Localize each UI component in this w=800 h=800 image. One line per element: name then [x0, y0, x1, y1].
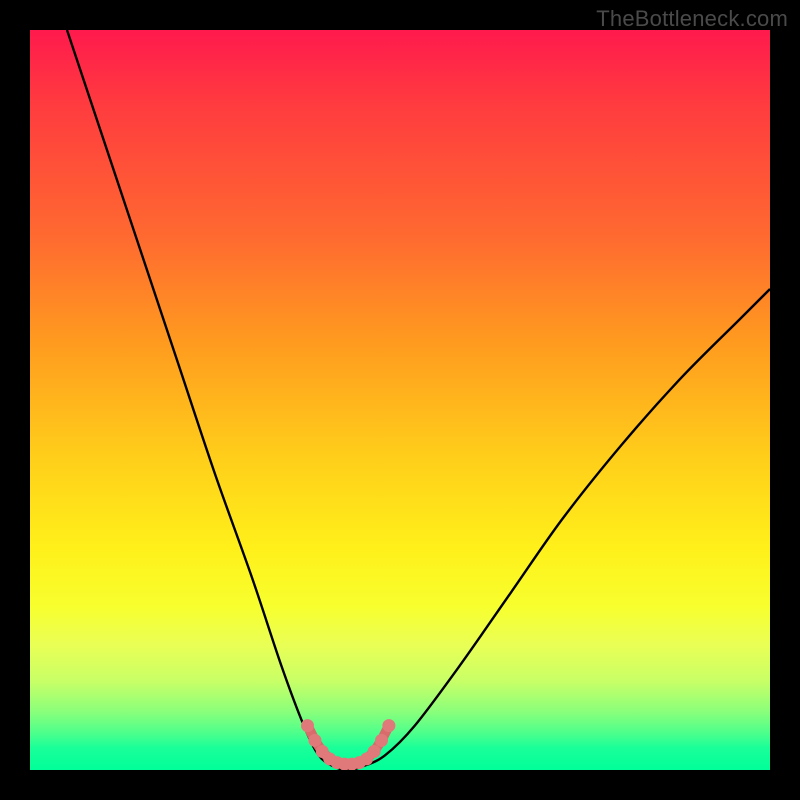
- optimal-range-dot: [382, 719, 395, 732]
- plot-area: [30, 30, 770, 770]
- optimal-range-dot: [308, 734, 321, 747]
- bottleneck-curve: [67, 30, 770, 770]
- optimal-range-dot: [301, 719, 314, 732]
- chart-svg: [30, 30, 770, 770]
- optimal-range-dot: [375, 734, 388, 747]
- optimal-range-dot: [368, 745, 381, 758]
- chart-frame: TheBottleneck.com: [0, 0, 800, 800]
- optimal-range-marker: [301, 719, 395, 770]
- watermark-text: TheBottleneck.com: [596, 6, 788, 32]
